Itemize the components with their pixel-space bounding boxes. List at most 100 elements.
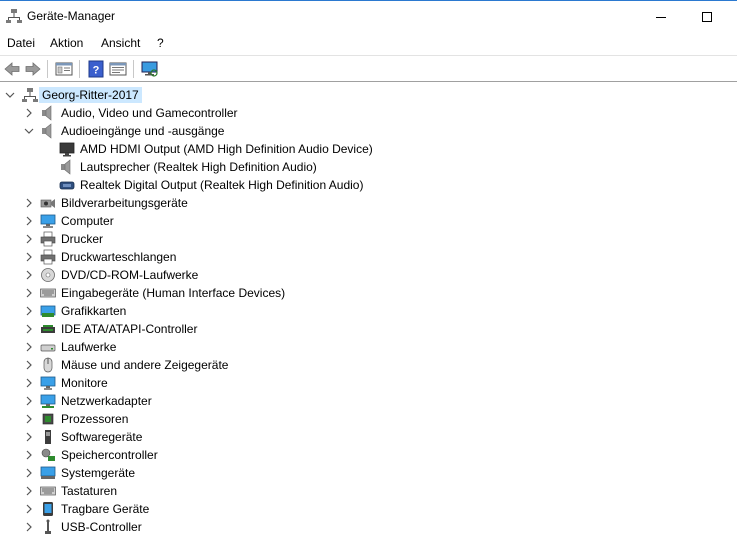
chevron-right-icon[interactable] (24, 108, 34, 118)
printer-icon (40, 249, 56, 265)
toolbar-separator (47, 60, 48, 78)
tree-category-label: Laufwerke (61, 340, 117, 354)
tree-category-label: Audioeingänge und -ausgänge (61, 124, 225, 138)
portable-device-icon (43, 502, 53, 516)
forward-icon[interactable] (23, 59, 43, 79)
chevron-down-icon[interactable] (5, 90, 15, 100)
chevron-right-icon[interactable] (24, 324, 34, 334)
properties-view-icon[interactable] (54, 59, 74, 79)
chevron-right-icon[interactable] (24, 288, 34, 298)
tree-category[interactable]: Softwaregeräte (0, 428, 737, 446)
chevron-right-icon[interactable] (24, 450, 34, 460)
tree-category[interactable]: Mäuse und andere Zeigegeräte (0, 356, 737, 374)
chevron-right-icon[interactable] (24, 342, 34, 352)
tree-category-label: Netzwerkadapter (61, 394, 152, 408)
chevron-right-icon[interactable] (24, 360, 34, 370)
tree-device-label: Lautsprecher (Realtek High Definition Au… (80, 160, 317, 174)
tree-category-label: Softwaregeräte (61, 430, 143, 444)
tree-category[interactable]: Speichercontroller (0, 446, 737, 464)
tree-category[interactable]: Audio, Video und Gamecontroller (0, 104, 737, 122)
tree-category-label: Tastaturen (61, 484, 118, 498)
chevron-right-icon[interactable] (24, 216, 34, 226)
tree-category-label: Tragbare Geräte (61, 502, 150, 516)
tree-category[interactable]: Grafikkarten (0, 302, 737, 320)
minimize-button[interactable] (638, 2, 684, 32)
tree-category-label: Druckwarteschlangen (61, 250, 177, 264)
tree-category[interactable]: Tastaturen (0, 482, 737, 500)
tree-category[interactable]: Audioeingänge und -ausgänge (0, 122, 737, 140)
tree-category[interactable]: IDE ATA/ATAPI-Controller (0, 320, 737, 338)
software-device-icon (45, 430, 51, 444)
tree-category[interactable]: Prozessoren (0, 410, 737, 428)
digital-output-icon (59, 181, 75, 190)
tree-category-label: Systemgeräte (61, 466, 136, 480)
chevron-right-icon[interactable] (24, 432, 34, 442)
tree-category[interactable]: Laufwerke (0, 338, 737, 356)
tree-category[interactable]: Drucker (0, 230, 737, 248)
tree-category[interactable]: Monitore (0, 374, 737, 392)
tree-category-label: Computer (61, 214, 114, 228)
storage-controller-icon (41, 448, 55, 461)
menu-bar: Datei Aktion Ansicht ? (0, 32, 737, 54)
tree-root[interactable]: Georg-Ritter-2017 (0, 86, 737, 104)
chevron-right-icon[interactable] (24, 486, 34, 496)
tree-category[interactable]: USB-Controller (0, 518, 737, 536)
chevron-right-icon[interactable] (24, 414, 34, 424)
tree-category-label: Speichercontroller (61, 448, 158, 462)
chevron-right-icon[interactable] (24, 378, 34, 388)
device-tree: Georg-Ritter-2017 Audio, Video und Gamec… (0, 84, 737, 541)
maximize-icon (702, 12, 712, 22)
speaker-icon (42, 123, 52, 139)
tree-device[interactable]: Lautsprecher (Realtek High Definition Au… (0, 158, 737, 176)
chevron-right-icon[interactable] (24, 234, 34, 244)
tree-device[interactable]: AMD HDMI Output (AMD High Definition Aud… (0, 140, 737, 158)
tree-category[interactable]: Druckwarteschlangen (0, 248, 737, 266)
tree-device[interactable]: Realtek Digital Output (Realtek High Def… (0, 176, 737, 194)
tree-category[interactable]: Netzwerkadapter (0, 392, 737, 410)
tree-device-label: Realtek Digital Output (Realtek High Def… (80, 178, 364, 192)
tree-category-label: IDE ATA/ATAPI-Controller (61, 322, 198, 336)
disc-icon (41, 268, 55, 282)
show-hidden-icon[interactable] (108, 59, 128, 79)
tree-category-label: Drucker (61, 232, 104, 246)
chevron-right-icon[interactable] (24, 270, 34, 280)
tree-category[interactable]: Tragbare Geräte (0, 500, 737, 518)
chevron-down-icon[interactable] (24, 126, 34, 136)
tree-category[interactable]: Systemgeräte (0, 464, 737, 482)
tree-category[interactable]: Eingabegeräte (Human Interface Devices) (0, 284, 737, 302)
tree-category-label: Grafikkarten (61, 304, 127, 318)
tree-category-label: DVD/CD-ROM-Laufwerke (61, 268, 199, 282)
mouse-icon (43, 357, 53, 373)
tree-category-label: USB-Controller (61, 520, 142, 534)
title-bar: Geräte-Manager (0, 0, 737, 32)
camera-icon (40, 199, 55, 208)
menu-aktion[interactable]: Aktion (50, 36, 83, 50)
tree-category-label: Audio, Video und Gamecontroller (61, 106, 238, 120)
tree-category-label: Eingabegeräte (Human Interface Devices) (61, 286, 286, 300)
speaker-icon (42, 105, 52, 121)
computer-icon (40, 214, 56, 228)
window-title: Geräte-Manager (27, 9, 116, 23)
scan-hardware-icon[interactable] (140, 59, 160, 79)
tree-category[interactable]: Computer (0, 212, 737, 230)
chevron-right-icon[interactable] (24, 522, 34, 532)
chevron-right-icon[interactable] (24, 396, 34, 406)
chevron-right-icon[interactable] (24, 252, 34, 262)
maximize-button[interactable] (684, 2, 730, 32)
toolbar: ? (0, 55, 737, 82)
menu-help[interactable]: ? (157, 36, 164, 50)
chevron-right-icon[interactable] (24, 468, 34, 478)
help-icon[interactable]: ? (86, 59, 106, 79)
processor-icon (42, 413, 54, 425)
tree-category-label: Mäuse und andere Zeigegeräte (61, 358, 229, 372)
menu-datei[interactable]: Datei (7, 36, 35, 50)
menu-ansicht[interactable]: Ansicht (101, 36, 140, 50)
toolbar-separator (133, 60, 134, 78)
chevron-right-icon[interactable] (24, 306, 34, 316)
chevron-right-icon[interactable] (24, 198, 34, 208)
chevron-right-icon[interactable] (24, 504, 34, 514)
tree-category[interactable]: DVD/CD-ROM-Laufwerke (0, 266, 737, 284)
toolbar-separator (79, 60, 80, 78)
tree-category[interactable]: Bildverarbeitungsgeräte (0, 194, 737, 212)
back-icon[interactable] (2, 59, 22, 79)
